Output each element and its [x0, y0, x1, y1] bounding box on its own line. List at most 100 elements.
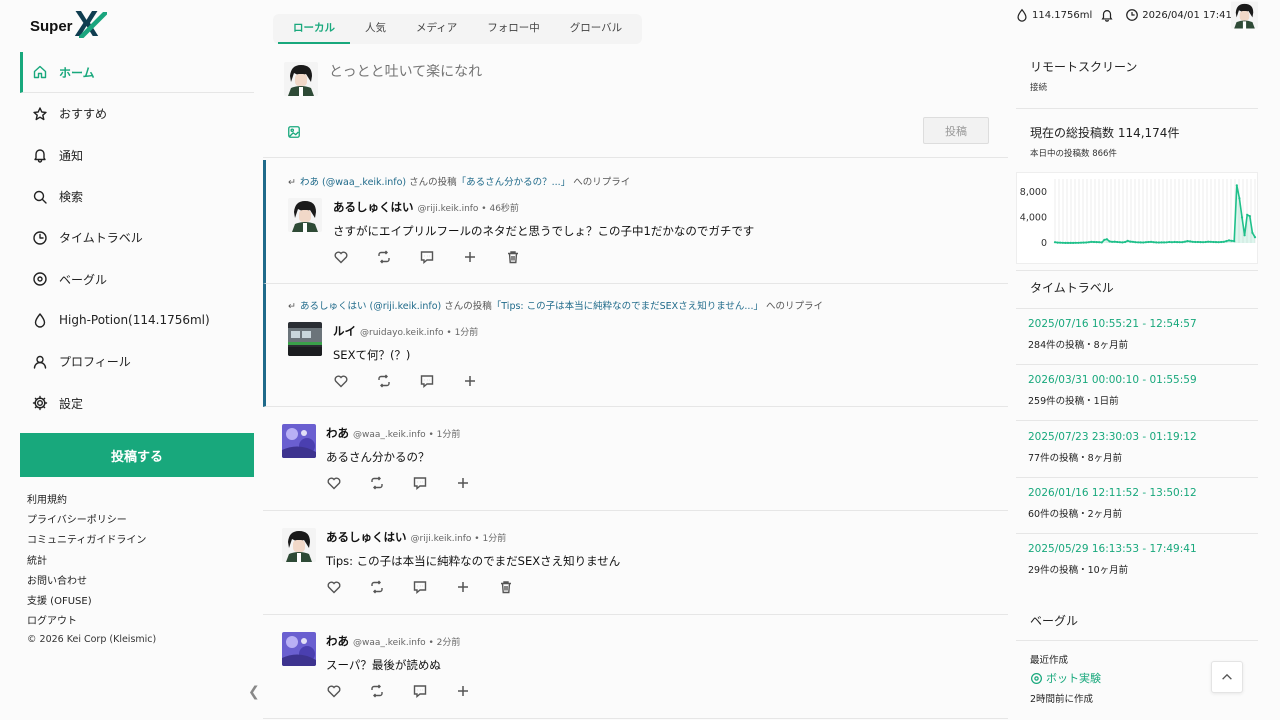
footer-link[interactable]: 統計: [27, 552, 146, 572]
potion-indicator[interactable]: 114.1756ml: [1015, 8, 1092, 22]
nav-item-3[interactable]: 検索: [20, 176, 254, 217]
post-author[interactable]: あるしゅくはい @riji.keik.info • 1分前: [326, 529, 506, 545]
bagel-link[interactable]: ボット実験: [1030, 670, 1101, 686]
avatar[interactable]: [288, 322, 322, 356]
timetravel-item[interactable]: 2026/01/16 12:11:52 - 13:50:12 60件の投稿・2ヶ月…: [1028, 487, 1197, 520]
post-item[interactable]: わあ @waa_.keik.info • 1分前 あるさん分かるの？: [263, 407, 1008, 511]
avatar[interactable]: [288, 198, 322, 232]
collapse-sidebar-icon[interactable]: ❮: [248, 684, 260, 700]
compose-post-button[interactable]: 投稿する: [20, 433, 254, 477]
post-item[interactable]: わあ @waa_.keik.info • 2分前 スーパ？最後が読めぬ: [263, 615, 1008, 719]
post-author[interactable]: わあ @waa_.keik.info • 1分前: [326, 425, 460, 441]
chart-point: [1217, 241, 1220, 244]
chart-point: [1212, 240, 1215, 244]
scroll-to-top-button[interactable]: [1211, 661, 1243, 693]
chevron-up-icon: [1222, 673, 1232, 680]
reply-icon[interactable]: [412, 578, 455, 596]
remote-screen-status[interactable]: 接続: [1030, 81, 1137, 93]
chart-point: [1056, 241, 1059, 244]
repost-icon[interactable]: [369, 682, 412, 700]
reply-icon[interactable]: [412, 474, 455, 492]
my-avatar[interactable]: [1231, 1, 1258, 29]
timetravel-info: 284件の投稿・8ヶ月前: [1028, 340, 1129, 351]
post-item[interactable]: ↵ あるしゅくはい (@riji.keik.info) さんの投稿「Tips: こ…: [263, 284, 1008, 407]
timetravel-item[interactable]: 2025/07/16 10:55:21 - 12:54:57 284件の投稿・8ヶ…: [1028, 318, 1197, 351]
post-author[interactable]: あるしゅくはい @riji.keik.info • 46秒前: [333, 199, 519, 215]
timetravel-item[interactable]: 2025/05/29 16:13:53 - 17:49:41 29件の投稿・10ヶ…: [1028, 543, 1197, 576]
tab-1[interactable]: 人気: [350, 14, 401, 44]
nav-item-0[interactable]: ホーム: [20, 52, 254, 94]
nav-item-2[interactable]: 通知: [20, 135, 254, 176]
timetravel-item[interactable]: 2025/07/23 23:30:03 - 01:19:12 77件の投稿・8ヶ月…: [1028, 431, 1197, 464]
reply-target-user[interactable]: あるしゅくはい (@riji.keik.info): [300, 301, 441, 312]
like-icon[interactable]: [326, 682, 369, 700]
chart-point: [1100, 241, 1103, 244]
repost-icon[interactable]: [376, 248, 419, 266]
nav-item-1[interactable]: おすすめ: [20, 93, 254, 134]
avatar[interactable]: [282, 424, 316, 458]
post-author[interactable]: ルイ @ruidayo.keik.info • 1分前: [333, 323, 478, 339]
repost-icon[interactable]: [369, 578, 412, 596]
reply-target-quote[interactable]: 「あるさん分かるの？...」: [457, 177, 571, 188]
avatar[interactable]: [282, 632, 316, 666]
reply-arrow-icon: ↵: [288, 301, 296, 312]
repost-icon[interactable]: [376, 372, 419, 390]
timeline-tabs: ローカル 人気 メディア フォロー中 グローバル: [273, 14, 643, 44]
repost-icon[interactable]: [369, 474, 412, 492]
footer-link[interactable]: コミュニティガイドライン: [27, 531, 146, 551]
chart-point: [1121, 241, 1124, 244]
reply-icon[interactable]: [412, 682, 455, 700]
divider: [1016, 308, 1258, 309]
plus-icon[interactable]: [462, 248, 505, 266]
footer-link[interactable]: 利用規約: [27, 491, 146, 511]
reply-icon[interactable]: [419, 372, 462, 390]
reply-icon[interactable]: [419, 248, 462, 266]
timetravel-title: タイムトラベル: [1030, 281, 1114, 295]
trash-icon[interactable]: [505, 248, 548, 266]
nav-item-8[interactable]: 設定: [20, 382, 254, 423]
drop-icon: [32, 312, 48, 329]
clock-icon: [32, 230, 48, 246]
tab-3[interactable]: フォロー中: [472, 14, 555, 44]
composer-input[interactable]: [329, 64, 829, 80]
tab-4[interactable]: グローバル: [555, 14, 637, 44]
chart-point: [1129, 240, 1132, 243]
footer-link[interactable]: プライバシーポリシー: [27, 511, 146, 531]
avatar[interactable]: [282, 528, 316, 562]
plus-icon[interactable]: [455, 578, 498, 596]
tab-2[interactable]: メディア: [401, 14, 472, 44]
plus-icon[interactable]: [462, 372, 505, 390]
bagel-title: ベーグル: [1030, 614, 1079, 628]
nav-item-5[interactable]: ベーグル: [20, 258, 254, 299]
trash-icon[interactable]: [498, 578, 541, 596]
reply-target-user[interactable]: わあ (@waa_.keik.info): [300, 177, 406, 188]
like-icon[interactable]: [326, 474, 369, 492]
nav-item-4[interactable]: タイムトラベル: [20, 217, 254, 258]
like-icon[interactable]: [326, 578, 369, 596]
nav-item-6[interactable]: High-Potion(114.1756ml): [20, 300, 254, 341]
timetravel-item[interactable]: 2026/03/31 00:00:10 - 01:55:59 259件の投稿・1日…: [1028, 374, 1197, 407]
reply-tail-text: へのリプライ: [570, 177, 631, 188]
chart-point: [1079, 241, 1083, 244]
reply-target-quote[interactable]: 「Tips: この子は本当に純粋なのでまだSEXさえ知りません...」: [492, 301, 763, 312]
nav-item-7[interactable]: プロフィール: [20, 341, 254, 382]
chart-y-tick: 4,000: [1020, 212, 1047, 223]
plus-icon[interactable]: [455, 474, 498, 492]
tab-0[interactable]: ローカル: [278, 14, 350, 44]
post-item[interactable]: あるしゅくはい @riji.keik.info • 1分前 Tips: この子は本当…: [263, 511, 1008, 615]
plus-icon[interactable]: [455, 682, 498, 700]
post-author[interactable]: わあ @waa_.keik.info • 2分前: [326, 633, 460, 649]
notification-bell-icon[interactable]: [1100, 8, 1117, 22]
post-item[interactable]: ↵ わあ (@waa_.keik.info) さんの投稿「あるさん分かるの？...…: [263, 160, 1008, 284]
footer-link[interactable]: 支援 (OFUSE): [27, 592, 146, 612]
footer-link[interactable]: ログアウト: [27, 612, 146, 632]
submit-post-button[interactable]: 投稿: [923, 117, 989, 144]
image-attach-icon[interactable]: [287, 124, 301, 143]
timetravel-info: 259件の投稿・1日前: [1028, 396, 1119, 408]
author-name: あるしゅくはい: [326, 530, 407, 544]
like-icon[interactable]: [333, 372, 376, 390]
footer-link[interactable]: お問い合わせ: [27, 572, 146, 592]
logo[interactable]: Super X: [30, 6, 107, 42]
reply-arrow-icon: ↵: [288, 177, 296, 188]
like-icon[interactable]: [333, 248, 376, 266]
